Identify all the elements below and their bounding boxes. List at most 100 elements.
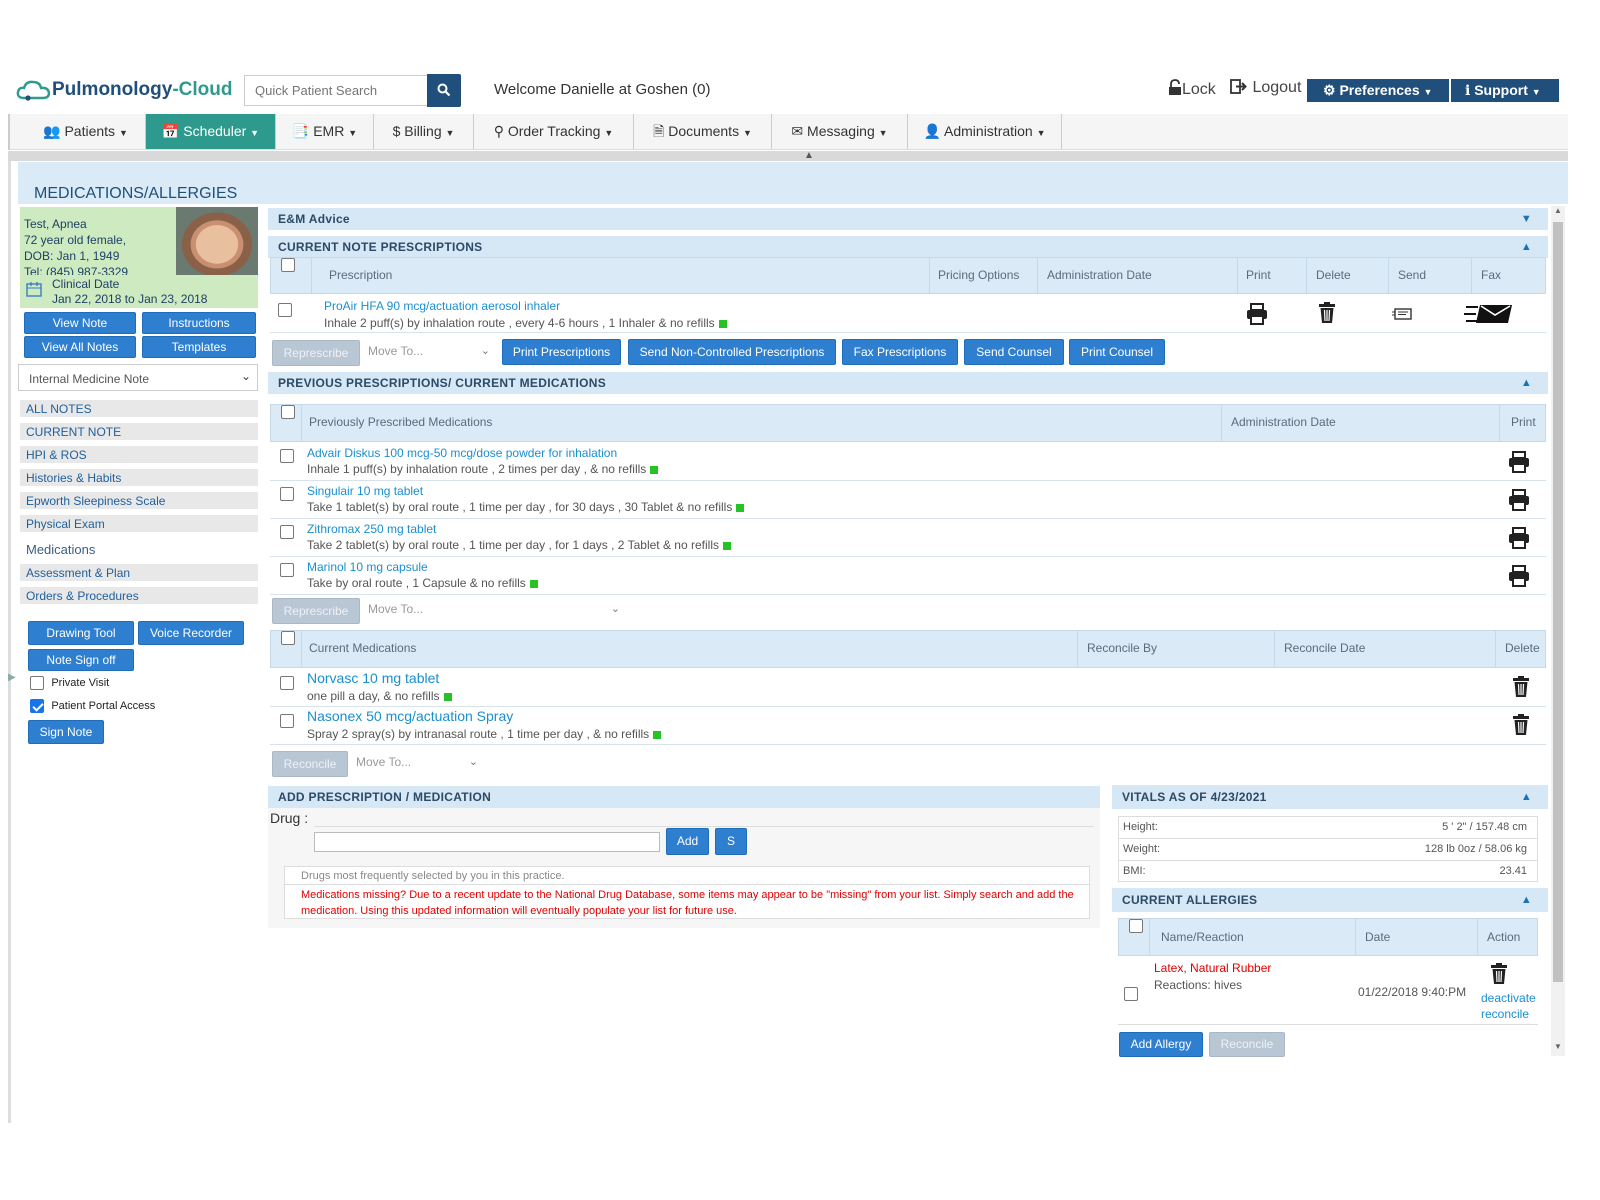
patient-photo[interactable] [176,207,258,275]
em-advice-bar[interactable]: E&M Advice ▼ [268,208,1548,230]
printer-icon[interactable] [1508,527,1530,549]
quick-patient-search-input[interactable] [244,75,428,106]
nav-billing[interactable]: $ Billing ▼ [374,114,474,149]
reconcile-meds-button[interactable]: Reconcile [272,751,348,777]
row-checkbox[interactable] [280,487,294,501]
row-checkbox[interactable] [280,676,294,690]
deactivate-link[interactable]: deactivate [1481,991,1536,1005]
send-counsel-button[interactable]: Send Counsel [964,339,1064,365]
chevron-up-icon[interactable]: ▲ [1521,888,1532,912]
collapse-nav-icon[interactable]: ▲ [804,150,814,161]
rx-name-link[interactable]: Singulair 10 mg tablet [307,484,423,498]
row-checkbox[interactable] [280,525,294,539]
scrollbar-thumb[interactable] [1553,222,1563,982]
chevron-up-icon[interactable]: ▲ [1521,785,1532,809]
note-sign-off-button[interactable]: Note Sign off [28,649,134,671]
sidebar-item-current-note[interactable]: CURRENT NOTE [20,423,258,442]
scrollbar[interactable]: ▲ ▼ [1551,206,1565,1056]
nav-emr[interactable]: 📑 EMR ▼ [276,114,374,149]
row-checkbox[interactable] [280,449,294,463]
trash-icon[interactable] [1318,302,1336,324]
logo[interactable]: Pulmonology-Cloud [16,76,232,104]
send-icon[interactable] [1392,307,1414,321]
sign-note-button[interactable]: Sign Note [28,720,104,744]
chevron-up-icon[interactable]: ▲ [1521,236,1532,258]
drug-input[interactable] [314,832,660,852]
represcribe-button[interactable]: Represcribe [272,340,360,366]
side-collapse-arrow-icon[interactable]: ▶ [8,672,16,683]
rx-name-link[interactable]: ProAir HFA 90 mcg/actuation aerosol inha… [324,299,560,313]
sidebar-item-orders[interactable]: Orders & Procedures [20,587,258,606]
select-all-checkbox[interactable] [281,258,295,272]
sidebar-item-all-notes[interactable]: ALL NOTES [20,400,258,419]
s-button[interactable]: S [715,828,747,855]
rx-name-link[interactable]: Marinol 10 mg capsule [307,560,428,574]
represcribe-previous-button[interactable]: Represcribe [272,598,360,624]
send-noncontrolled-button[interactable]: Send Non-Controlled Prescriptions [628,339,836,365]
sidebar-item-epworth[interactable]: Epworth Sleepiness Scale [20,492,258,511]
voice-recorder-button[interactable]: Voice Recorder [138,621,244,645]
private-visit-checkbox[interactable] [30,675,44,690]
lock-link[interactable]: Lock [1168,79,1216,99]
rx-name-link[interactable]: Zithromax 250 mg tablet [307,522,436,536]
note-type-select[interactable]: Internal Medicine Note ⌄ [18,364,258,391]
portal-access-checkbox[interactable] [30,698,44,713]
missing-meds-warning: Medications missing? Due to a recent upd… [301,889,1074,917]
fax-prescriptions-button[interactable]: Fax Prescriptions [842,339,958,365]
fax-envelope-icon[interactable] [1464,303,1514,325]
printer-icon[interactable] [1246,303,1268,325]
scroll-up-icon[interactable]: ▲ [1554,206,1562,215]
med-name-link[interactable]: Norvasc 10 mg tablet [307,670,439,686]
scroll-down-icon[interactable]: ▼ [1554,1042,1562,1051]
chevron-down-icon[interactable]: ▼ [1521,208,1532,230]
nav-scheduler[interactable]: 📅 Scheduler ▼ [146,114,276,149]
preferences-menu[interactable]: ⚙ Preferences ▼ [1307,79,1449,102]
nav-order-tracking[interactable]: ⚲ Order Tracking ▼ [474,114,634,149]
move-to-select[interactable]: Move To... ⌄ [368,344,494,362]
move-to-select[interactable]: Move To... ⌄ [356,755,482,773]
nav-messaging[interactable]: ✉ Messaging ▼ [772,114,908,149]
print-counsel-button[interactable]: Print Counsel [1069,339,1165,365]
rx-name-link[interactable]: Advair Diskus 100 mcg-50 mcg/dose powder… [307,446,617,460]
search-button[interactable] [427,74,461,107]
move-to-select[interactable]: Move To... ⌄ [368,602,624,620]
add-allergy-button[interactable]: Add Allergy [1119,1032,1203,1057]
add-drug-button[interactable]: Add [666,828,709,855]
select-all-checkbox[interactable] [1129,919,1143,933]
private-visit-option[interactable]: Private Visit [30,675,109,690]
sidebar-item-physical-exam[interactable]: Physical Exam [20,515,258,534]
printer-icon[interactable] [1508,489,1530,511]
select-all-checkbox[interactable] [281,631,295,645]
select-all-checkbox[interactable] [281,405,295,419]
trash-icon[interactable] [1490,963,1508,985]
nav-administration[interactable]: 👤 Administration ▼ [908,114,1062,149]
sidebar-item-hpi-ros[interactable]: HPI & ROS [20,446,258,465]
drawing-tool-button[interactable]: Drawing Tool [28,621,134,645]
med-name-link[interactable]: Nasonex 50 mcg/actuation Spray [307,708,513,724]
sidebar-item-medications[interactable]: Medications [20,538,258,562]
printer-icon[interactable] [1508,565,1530,587]
row-checkbox[interactable] [280,563,294,577]
trash-icon[interactable] [1512,676,1530,698]
instructions-button[interactable]: Instructions [142,312,256,334]
chevron-up-icon[interactable]: ▲ [1521,372,1532,394]
templates-button[interactable]: Templates [142,336,256,358]
nav-documents[interactable]: 🗎 Documents ▼ [634,114,772,149]
trash-icon[interactable] [1512,714,1530,736]
reconcile-link[interactable]: reconcile [1481,1007,1529,1021]
sidebar-item-assessment[interactable]: Assessment & Plan [20,564,258,583]
reconcile-allergies-button[interactable]: Reconcile [1209,1032,1285,1057]
chevron-down-icon: ⌄ [240,369,251,383]
view-all-notes-button[interactable]: View All Notes [24,336,136,358]
row-checkbox[interactable] [280,714,294,728]
nav-patients[interactable]: 👥 Patients ▼ [26,114,146,149]
logout-link[interactable]: Logout [1230,79,1301,97]
printer-icon[interactable] [1508,451,1530,473]
sidebar-item-histories[interactable]: Histories & Habits [20,469,258,488]
support-menu[interactable]: i Support ▼ [1451,79,1559,102]
row-checkbox[interactable] [278,303,292,317]
print-prescriptions-button[interactable]: Print Prescriptions [502,339,621,365]
view-note-button[interactable]: View Note [24,312,136,334]
row-checkbox[interactable] [1124,987,1138,1001]
portal-access-option[interactable]: Patient Portal Access [30,698,155,713]
